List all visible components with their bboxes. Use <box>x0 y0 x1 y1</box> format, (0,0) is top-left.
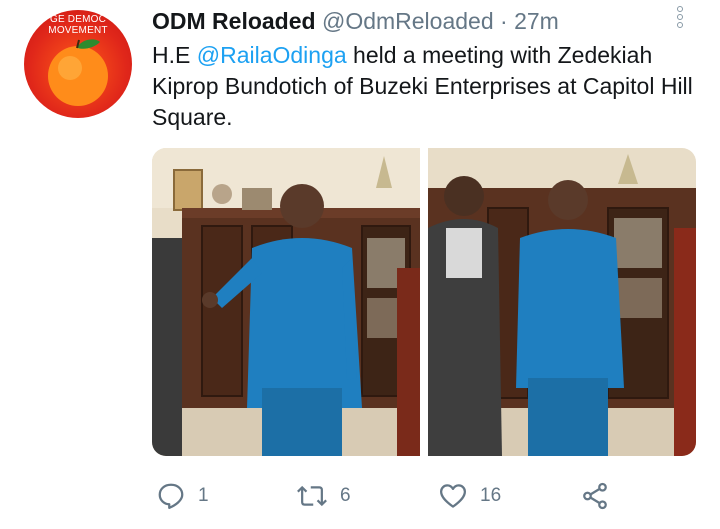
photo-left[interactable] <box>152 148 420 456</box>
timestamp[interactable]: 27m <box>514 8 559 34</box>
display-name[interactable]: ODM Reloaded <box>152 8 316 34</box>
tweet-text-prefix: H.E <box>152 42 197 68</box>
retweet-icon <box>297 485 327 507</box>
more-options-icon[interactable] <box>676 6 684 36</box>
reply-count: 1 <box>198 485 209 506</box>
meeting-photo-2 <box>428 148 696 456</box>
reply-button[interactable]: 1 <box>156 476 209 516</box>
like-button[interactable]: 16 <box>438 476 501 516</box>
meeting-photo-1 <box>152 148 420 456</box>
share-button[interactable] <box>580 476 610 516</box>
avatar[interactable]: GE DEMOC MOVEMENT <box>24 10 132 118</box>
tweet-media <box>152 148 696 456</box>
retweet-count: 6 <box>340 485 351 506</box>
orange-logo-icon <box>48 39 108 106</box>
share-icon <box>583 482 607 510</box>
photo-right[interactable] <box>428 148 696 456</box>
mention-link[interactable]: @RailaOdinga <box>197 42 347 68</box>
reply-icon <box>158 483 184 509</box>
heart-icon <box>440 484 466 508</box>
tweet-actions: 1 6 16 <box>152 476 712 516</box>
tweet-text: H.E @RailaOdinga held a meeting with Zed… <box>152 40 708 133</box>
header-separator: · <box>500 8 508 34</box>
tweet-header: ODM Reloaded @OdmReloaded · 27m <box>152 6 670 36</box>
retweet-button[interactable]: 6 <box>296 476 351 516</box>
like-count: 16 <box>480 485 502 506</box>
user-handle[interactable]: @OdmReloaded <box>322 8 494 34</box>
